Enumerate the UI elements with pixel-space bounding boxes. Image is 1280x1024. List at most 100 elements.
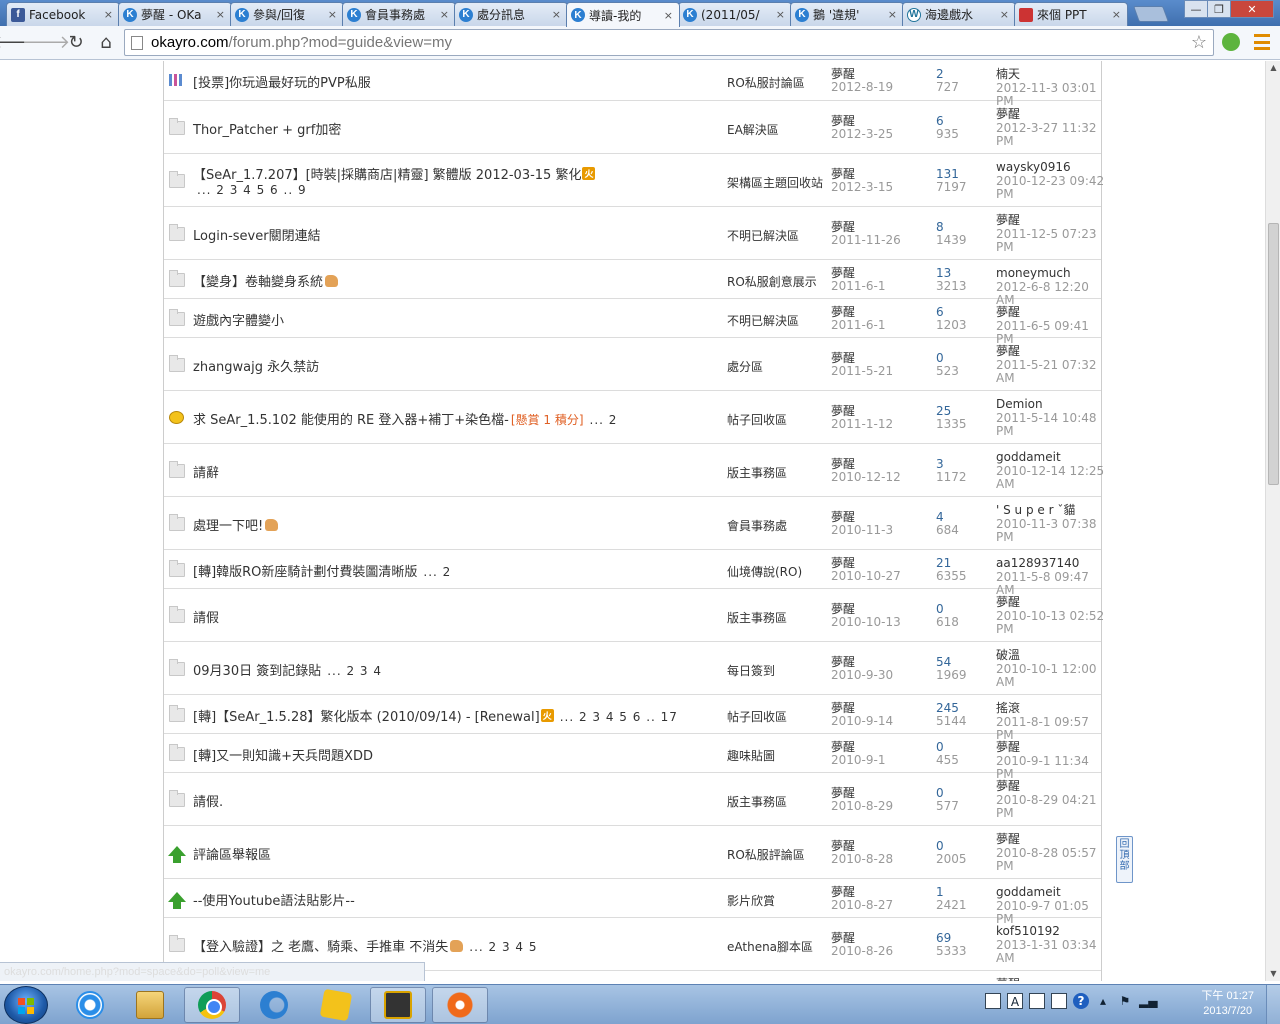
thread-forum-link[interactable]: 不明已解決區 (727, 312, 799, 329)
tab-close-icon[interactable]: × (328, 8, 337, 21)
thread-forum-link[interactable]: 帖子回收區 (727, 411, 787, 428)
taskbar-explorer[interactable] (122, 987, 178, 1023)
thread-title-link[interactable]: Login-sever關閉連結 (193, 229, 321, 244)
tab-close-icon[interactable]: × (552, 8, 561, 21)
thread-title-link[interactable]: 請假 (193, 611, 219, 626)
thread-forum-link[interactable]: 每日簽到 (727, 662, 775, 679)
ime-mode-icon[interactable]: A (1007, 993, 1023, 1009)
help-icon[interactable]: ? (1073, 993, 1089, 1009)
thread-forum-link[interactable]: 處分區 (727, 358, 763, 375)
browser-tab[interactable]: K 參與/回復 × (230, 2, 344, 26)
thread-forum-link[interactable]: 不明已解決區 (727, 227, 799, 244)
back-to-top-button[interactable]: 回頂部 (1116, 836, 1133, 883)
taskbar-ie[interactable] (62, 987, 118, 1023)
tab-close-icon[interactable]: × (664, 9, 673, 22)
browser-tab[interactable]: W 海邊戲水 × (902, 2, 1016, 26)
last-post-time[interactable]: 2010-12-14 12:25 AM (996, 464, 1106, 492)
thread-folder-icon[interactable] (169, 171, 185, 188)
last-poster-link[interactable]: 夢醒 (996, 107, 1106, 122)
last-poster-link[interactable]: goddameit (996, 450, 1106, 465)
thread-folder-icon[interactable] (169, 270, 185, 287)
minimize-button[interactable]: — (1184, 0, 1208, 18)
taskbar-chrome[interactable] (184, 987, 240, 1023)
thread-up-icon[interactable] (168, 846, 186, 863)
last-post-time[interactable]: 2010-11-3 07:38 PM (996, 517, 1106, 545)
browser-tab[interactable]: K 鵝 '違規' × (790, 2, 904, 26)
thread-title-link[interactable]: [投票]你玩過最好玩的PVP私服 (193, 76, 371, 91)
scroll-up-arrow-icon[interactable]: ▲ (1266, 61, 1280, 75)
thread-title-link[interactable]: 求 SeAr_1.5.102 能使用的 RE 登入器+補丁+染色檔- (193, 413, 509, 428)
last-poster-link[interactable]: 夢醒 (996, 213, 1106, 228)
last-poster-link[interactable]: 夢醒 (996, 779, 1106, 794)
scroll-down-arrow-icon[interactable]: ▼ (1266, 967, 1280, 981)
bookmark-star-icon[interactable]: ☆ (1191, 32, 1207, 53)
forward-button[interactable]: 🡒 (22, 29, 70, 57)
thread-folder-icon[interactable] (169, 606, 185, 623)
thread-forum-link[interactable]: 仙境傳說(RO) (727, 563, 802, 580)
last-poster-link[interactable]: 夢醒 (996, 305, 1106, 320)
show-desktop-button[interactable] (1266, 985, 1280, 1024)
browser-tab[interactable]: K 夢醒 - OKa × (118, 2, 232, 26)
thread-folder-icon[interactable] (169, 659, 185, 676)
thread-poll-icon[interactable] (169, 74, 185, 86)
thread-forum-link[interactable]: 帖子回收區 (727, 708, 787, 725)
keyboard-icon[interactable] (1051, 993, 1067, 1009)
tab-close-icon[interactable]: × (1000, 8, 1009, 21)
last-poster-link[interactable]: aa128937140 (996, 556, 1106, 571)
thread-forum-link[interactable]: EA解決區 (727, 121, 779, 138)
start-button[interactable] (4, 986, 48, 1024)
thread-title-link[interactable]: [轉]又一則知識+天兵問題XDD (193, 749, 373, 764)
thread-folder-icon[interactable] (169, 514, 185, 531)
last-post-time[interactable]: 2010-12-23 09:42 PM (996, 174, 1106, 202)
thread-folder-icon[interactable] (169, 118, 185, 135)
thread-forum-link[interactable]: 會員事務處 (727, 517, 787, 534)
last-poster-link[interactable]: 破溫 (996, 648, 1106, 663)
address-bar[interactable]: okayro.com/forum.php?mod=guide&view=my ☆ (124, 29, 1214, 56)
taskbar-ro-app[interactable] (370, 987, 426, 1023)
last-poster-link[interactable]: 夢醒 (996, 740, 1106, 755)
last-post-time[interactable]: 2011-12-5 07:23 PM (996, 227, 1106, 255)
last-poster-link[interactable]: 楠天 (996, 67, 1106, 82)
thread-title-link[interactable]: 遊戲內字體變小 (193, 314, 284, 329)
last-poster-link[interactable]: 夢醒 (996, 977, 1106, 981)
thread-folder-icon[interactable] (169, 560, 185, 577)
thread-reward-icon[interactable] (169, 411, 184, 424)
thread-title-link[interactable]: 【登入驗證】之 老鷹、騎乘、手推車 不消失 (193, 940, 448, 955)
close-window-button[interactable]: ✕ (1230, 0, 1274, 18)
thread-folder-icon[interactable] (169, 705, 185, 722)
tab-close-icon[interactable]: × (440, 8, 449, 21)
thread-pages[interactable]: ... 2 3 4 5 6 .. 9 (197, 183, 595, 197)
thread-folder-icon[interactable] (169, 309, 185, 326)
new-tab-button[interactable] (1133, 6, 1169, 22)
taskbar-origin[interactable] (432, 987, 488, 1023)
vertical-scrollbar[interactable]: ▲ ▼ (1265, 61, 1280, 981)
thread-forum-link[interactable]: 版主事務區 (727, 609, 787, 626)
thread-forum-link[interactable]: 影片欣賞 (727, 892, 775, 909)
tab-close-icon[interactable]: × (1112, 8, 1121, 21)
thread-pages[interactable]: ... 2 3 4 5 (469, 940, 537, 954)
last-poster-link[interactable]: waysky0916 (996, 160, 1106, 175)
tray-expand-icon[interactable]: ▴ (1095, 993, 1111, 1009)
last-poster-link[interactable]: 夢醒 (996, 595, 1106, 610)
thread-forum-link[interactable]: 架構區主題回收站 (727, 174, 823, 191)
thread-title-link[interactable]: Thor_Patcher + grf加密 (193, 123, 341, 138)
scrollbar-thumb[interactable] (1268, 223, 1279, 485)
half-width-icon[interactable] (1029, 993, 1045, 1009)
thread-title-link[interactable]: 09月30日 簽到記錄貼 (193, 664, 321, 679)
last-post-time[interactable]: 2010-8-28 05:57 PM (996, 846, 1106, 874)
thread-forum-link[interactable]: RO私服評論區 (727, 846, 805, 863)
browser-tab[interactable]: 來個 PPT × (1014, 2, 1128, 26)
browser-tab[interactable]: f Facebook × (6, 2, 120, 26)
thread-title-link[interactable]: 【SeAr_1.7.207】[時裝|採購商店|精靈] 繁體版 2012-03-1… (193, 168, 581, 183)
last-post-time[interactable]: 2013-1-31 03:34 AM (996, 938, 1106, 966)
last-post-time[interactable]: 2010-10-13 02:52 PM (996, 609, 1106, 637)
thread-pages[interactable]: ... 2 (590, 413, 618, 427)
thread-pages[interactable]: ... 2 3 4 5 6 .. 17 (560, 710, 678, 724)
thread-folder-icon[interactable] (169, 935, 185, 952)
thread-folder-icon[interactable] (169, 224, 185, 241)
thread-forum-link[interactable]: RO私服討論區 (727, 74, 805, 91)
last-poster-link[interactable]: goddameit (996, 885, 1106, 900)
browser-tab[interactable]: K 處分訊息 × (454, 2, 568, 26)
browser-tab[interactable]: K (2011/05/ × (678, 2, 792, 26)
taskbar-kk[interactable] (246, 987, 302, 1023)
